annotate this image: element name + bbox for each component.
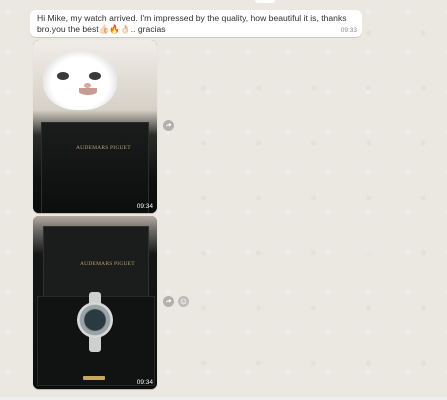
cat-eye-left [57, 72, 69, 80]
emoji-reaction-icon[interactable] [178, 296, 189, 307]
cat-eye-right [89, 72, 101, 80]
photo-watch-box-open: AUDEMARS PIGUET [33, 216, 157, 389]
box-brand-text: AUDEMARS PIGUET [80, 261, 135, 267]
forward-icon[interactable] [163, 120, 174, 131]
message-text: Hi Mike, my watch arrived. I'm impressed… [37, 13, 347, 34]
forward-arrow-icon [165, 298, 172, 303]
cat-mouth [79, 88, 97, 95]
previous-message-edge [255, 0, 275, 3]
message-time: 09:33 [340, 27, 357, 34]
box-plaque [83, 376, 105, 380]
image-message-1[interactable]: AUDEMARS PIGUET 09:34 [33, 40, 157, 213]
cat-sticker [43, 50, 117, 110]
image-message-2[interactable]: AUDEMARS PIGUET 09:34 [33, 216, 157, 389]
forward-arrow-icon [165, 122, 172, 127]
image-time: 09:34 [136, 203, 153, 210]
watch-face [77, 302, 113, 338]
watch-box-lid: AUDEMARS PIGUET [41, 122, 149, 213]
forward-icon[interactable] [163, 296, 174, 307]
watch-box-open-lid: AUDEMARS PIGUET [43, 226, 149, 298]
text-message-bubble[interactable]: Hi Mike, my watch arrived. I'm impressed… [30, 10, 362, 37]
smiley-icon [180, 298, 187, 305]
photo-watch-box-closed: AUDEMARS PIGUET [33, 40, 157, 213]
box-brand-text: AUDEMARS PIGUET [76, 145, 131, 151]
image-time: 09:34 [136, 379, 153, 386]
